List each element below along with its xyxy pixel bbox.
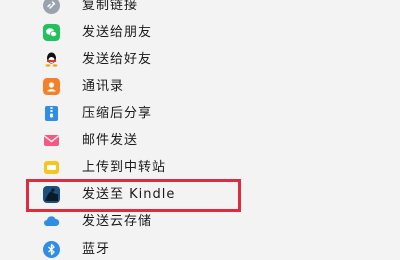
- menu-item-email[interactable]: 邮件发送: [0, 129, 400, 153]
- qq-penguin-icon: [43, 51, 60, 68]
- link-icon: [43, 0, 60, 14]
- menu-item-compress-and-share[interactable]: 压缩后分享: [0, 102, 400, 126]
- menu-item-contacts[interactable]: 通讯录: [0, 75, 400, 99]
- menu-item-label: 发送云存储: [82, 214, 153, 229]
- menu-item-send-to-qq-friend[interactable]: 发送给好友: [0, 48, 400, 72]
- menu-item-label: 发送给好友: [82, 52, 153, 67]
- menu-item-label: 发送至 Kindle: [82, 187, 176, 202]
- menu-item-send-to-wechat-friend[interactable]: 发送给朋友: [0, 21, 400, 45]
- menu-item-label: 蓝牙: [82, 242, 111, 257]
- kindle-icon: [43, 186, 60, 203]
- zip-icon: [43, 105, 60, 122]
- menu-item-label: 邮件发送: [82, 133, 139, 148]
- menu-item-label: 压缩后分享: [82, 106, 153, 121]
- menu-item-send-to-cloud-storage[interactable]: 发送云存储: [0, 210, 400, 234]
- wechat-icon: [43, 24, 60, 41]
- menu-item-upload-to-transfer-station[interactable]: 上传到中转站: [0, 156, 400, 180]
- menu-item-label: 通讯录: [82, 79, 125, 94]
- contacts-icon: [43, 78, 60, 95]
- cloud-icon: [43, 213, 60, 230]
- menu-item-send-to-kindle[interactable]: 发送至 Kindle: [0, 183, 400, 207]
- menu-item-label: 发送给朋友: [82, 25, 153, 40]
- menu-item-label: 上传到中转站: [82, 160, 167, 175]
- menu-item-label: 复制链接: [82, 0, 139, 13]
- menu-item-copy-link[interactable]: 复制链接: [0, 0, 400, 18]
- share-menu: 复制链接 发送给朋友 发送给好友 通讯录 压缩后分享 邮件发送 上传到中转站 发…: [0, 0, 400, 260]
- menu-item-bluetooth[interactable]: 蓝牙: [0, 238, 400, 260]
- bluetooth-icon: [43, 241, 60, 258]
- transfer-station-icon: [43, 159, 60, 176]
- mail-icon: [43, 132, 60, 149]
